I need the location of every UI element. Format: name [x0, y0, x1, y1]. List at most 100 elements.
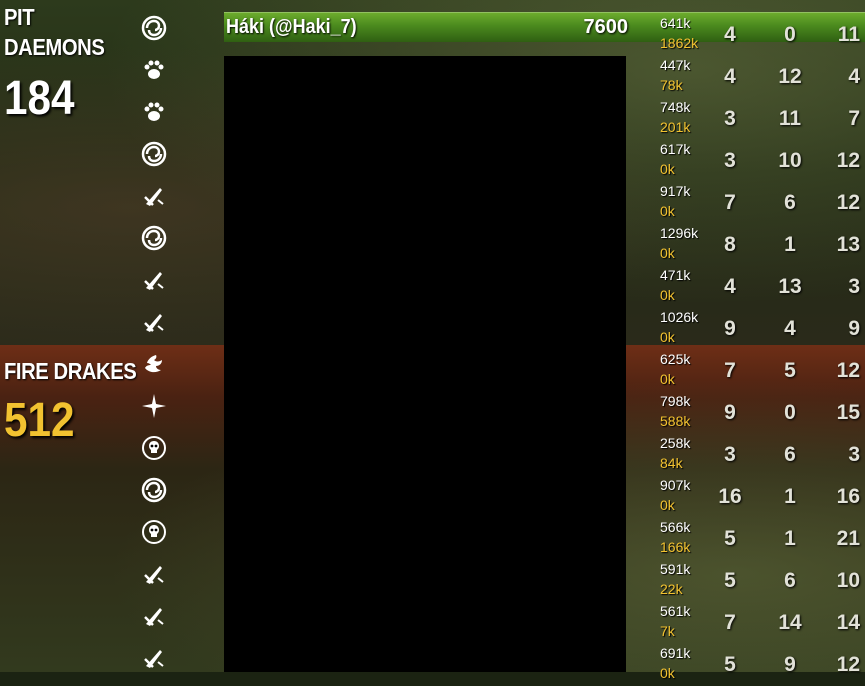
deaths-value: 9 [784, 653, 796, 676]
player-stat-row[interactable]: 917k 0k 7 6 12 [658, 182, 865, 224]
player-stat-row[interactable]: 617k 0k 3 10 12 [658, 140, 865, 182]
deaths-value: 1 [784, 233, 796, 256]
deaths-value: 12 [778, 65, 802, 88]
kills-value: 9 [724, 317, 736, 340]
blade-icon [140, 644, 168, 672]
swirl-icon [140, 224, 168, 252]
deaths-value: 13 [778, 275, 802, 298]
kills-value: 3 [724, 443, 736, 466]
healing-value: 1862k [660, 35, 699, 51]
assists-value: 15 [836, 401, 860, 424]
healing-value: 22k [660, 581, 683, 597]
swirl-icon [140, 476, 168, 504]
healing-value: 0k [660, 161, 675, 177]
healing-value: 0k [660, 245, 675, 261]
healing-value: 0k [660, 287, 675, 303]
assists-value: 10 [836, 569, 860, 592]
kills-value: 5 [724, 653, 736, 676]
deaths-value: 14 [778, 611, 802, 634]
player-stat-row[interactable]: 1296k 0k 8 1 13 [658, 224, 865, 266]
damage-value: 447k [660, 57, 691, 73]
kills-value: 7 [724, 611, 736, 634]
deaths-value: 0 [784, 23, 796, 46]
damage-value: 625k [660, 351, 691, 367]
damage-value: 1296k [660, 225, 699, 241]
player-stat-row[interactable]: 907k 0k 16 1 16 [658, 476, 865, 518]
deaths-value: 1 [784, 527, 796, 550]
deaths-value: 6 [784, 191, 796, 214]
assists-value: 11 [837, 23, 860, 46]
assists-value: 16 [836, 485, 860, 508]
healing-value: 0k [660, 497, 675, 513]
deaths-value: 10 [778, 149, 802, 172]
kills-value: 3 [724, 149, 736, 172]
deaths-value: 0 [784, 401, 796, 424]
assists-value: 4 [848, 65, 860, 88]
damage-value: 471k [660, 267, 691, 283]
healing-value: 78k [660, 77, 683, 93]
blade-icon [140, 308, 168, 336]
team2-name: FIRE DRAKES [4, 358, 137, 384]
healing-value: 588k [660, 413, 691, 429]
team1-name-line2: DAEMONS [4, 34, 105, 60]
highlighted-player-score: 7600 [583, 16, 629, 38]
kills-value: 7 [724, 359, 736, 382]
blade-icon [140, 182, 168, 210]
deaths-value: 6 [784, 569, 796, 592]
healing-value: 0k [660, 371, 675, 387]
skull-icon [140, 434, 168, 462]
deaths-value: 11 [778, 107, 802, 130]
kills-value: 4 [724, 23, 736, 46]
deaths-value: 4 [784, 317, 796, 340]
kills-value: 8 [724, 233, 736, 256]
player-stat-row[interactable]: 471k 0k 4 13 3 [658, 266, 865, 308]
deaths-value: 6 [784, 443, 796, 466]
kills-value: 4 [724, 65, 736, 88]
paw-icon [140, 56, 168, 84]
player-stat-row[interactable]: 641k 1862k 4 0 11 [658, 14, 865, 56]
highlighted-player-name: Háki (@Haki_7) [226, 16, 357, 38]
kills-value: 4 [724, 275, 736, 298]
damage-value: 641k [660, 15, 691, 31]
kills-value: 7 [724, 191, 736, 214]
damage-value: 591k [660, 561, 691, 577]
player-stat-row[interactable]: 748k 201k 3 11 7 [658, 98, 865, 140]
assists-value: 12 [836, 359, 860, 382]
blade-icon [140, 266, 168, 294]
player-stat-row[interactable]: 1026k 0k 9 4 9 [658, 308, 865, 350]
damage-value: 748k [660, 99, 691, 115]
star-burst-icon [140, 392, 168, 420]
deaths-value: 5 [784, 359, 796, 382]
player-stat-row[interactable]: 798k 588k 9 0 15 [658, 392, 865, 434]
kills-value: 5 [724, 569, 736, 592]
damage-value: 566k [660, 519, 691, 535]
player-stat-row[interactable]: 691k 0k 5 9 12 [658, 644, 865, 686]
player-stat-row[interactable]: 561k 7k 7 14 14 [658, 602, 865, 644]
damage-value: 907k [660, 477, 691, 493]
player-stat-row[interactable]: 258k 84k 3 6 3 [658, 434, 865, 476]
damage-value: 561k [660, 603, 691, 619]
player-stat-row[interactable]: 447k 78k 4 12 4 [658, 56, 865, 98]
swirl-icon [140, 140, 168, 168]
healing-value: 0k [660, 329, 675, 345]
assists-value: 12 [836, 149, 860, 172]
dragon-icon [140, 350, 168, 378]
healing-value: 166k [660, 539, 691, 555]
kills-value: 16 [718, 485, 742, 508]
damage-value: 798k [660, 393, 691, 409]
player-stat-row[interactable]: 566k 166k 5 1 21 [658, 518, 865, 560]
blade-icon [140, 560, 168, 588]
player-names-hidden-area [224, 56, 626, 672]
healing-value: 201k [660, 119, 691, 135]
assists-value: 13 [836, 233, 860, 256]
swirl-icon [140, 14, 168, 42]
assists-value: 3 [848, 275, 860, 298]
player-stat-row[interactable]: 625k 0k 7 5 12 [658, 350, 865, 392]
damage-value: 917k [660, 183, 691, 199]
paw-icon [140, 98, 168, 126]
team2-score: 512 [4, 394, 75, 447]
assists-value: 12 [836, 191, 860, 214]
player-stat-row[interactable]: 591k 22k 5 6 10 [658, 560, 865, 602]
healing-value: 0k [660, 203, 675, 219]
kills-value: 3 [724, 107, 736, 130]
